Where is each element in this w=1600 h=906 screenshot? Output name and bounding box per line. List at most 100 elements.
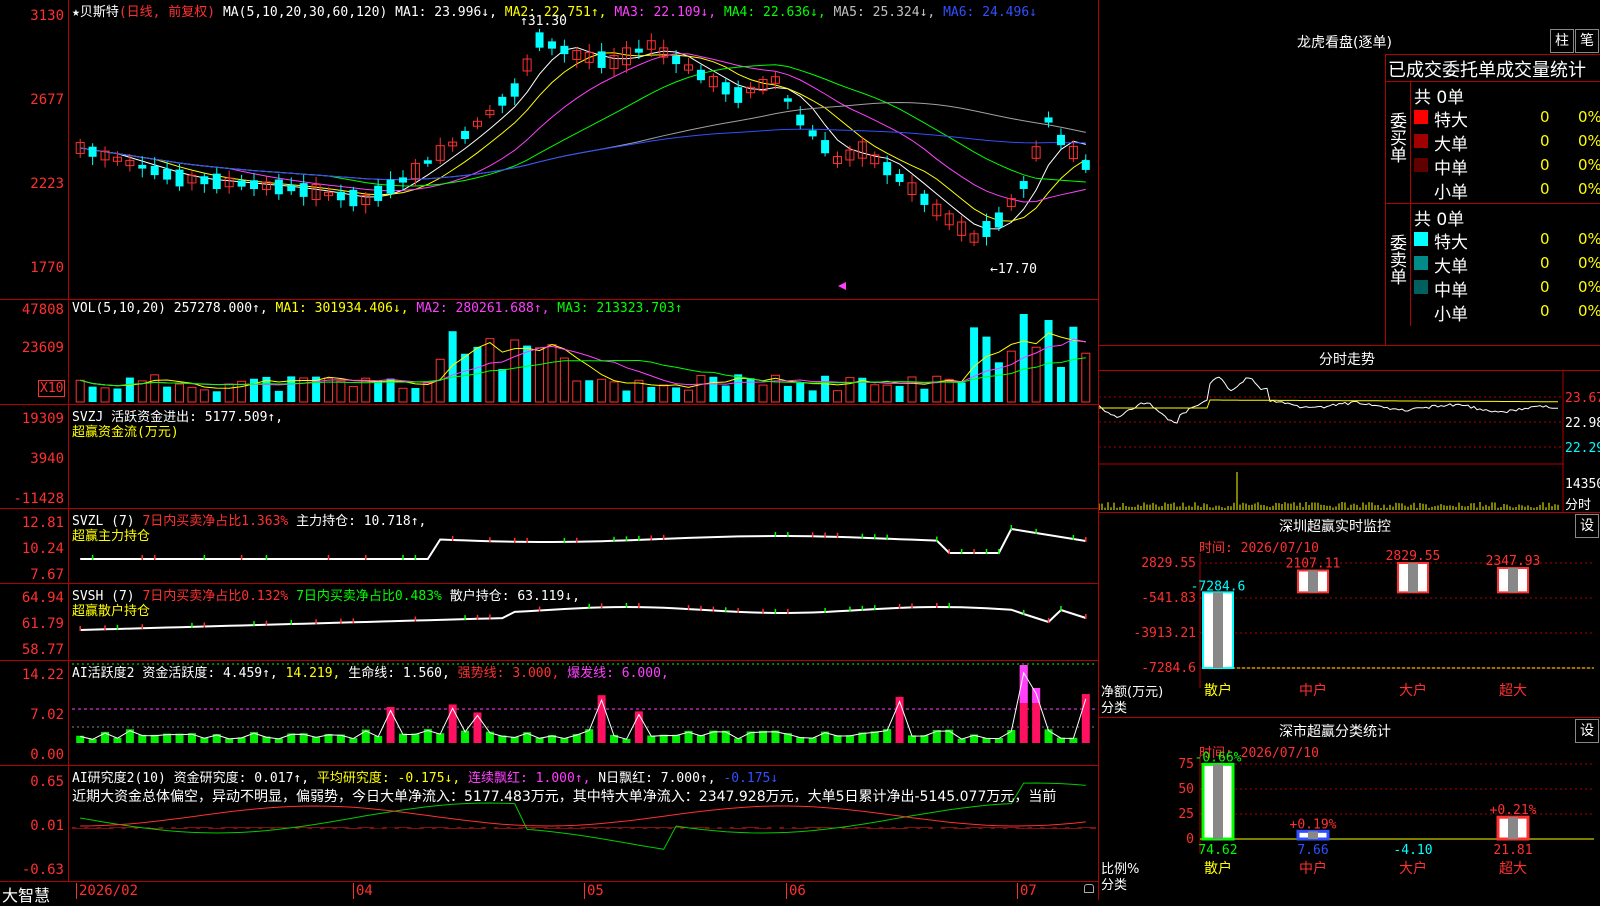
flow-bar-in xyxy=(836,460,839,462)
sz-class-value: -4.10 xyxy=(1393,843,1432,858)
sz-monitor-bar-shade xyxy=(1213,592,1223,668)
research-bar-up xyxy=(448,825,457,828)
bar-mode-button[interactable]: 柱 xyxy=(1550,29,1574,53)
buy-row-m: 中单 0 0% xyxy=(1410,154,1600,179)
lock-icon[interactable] xyxy=(1084,884,1094,893)
candle-down xyxy=(808,130,817,137)
research-bar-up xyxy=(734,825,743,828)
flow-bar-out xyxy=(1084,461,1088,463)
candle-down xyxy=(423,160,432,164)
candle-down xyxy=(796,114,805,126)
candle-down xyxy=(883,162,892,176)
candle-down xyxy=(237,180,246,187)
flow-bar-out xyxy=(662,461,666,485)
sz-monitor-bar-shade xyxy=(1508,567,1518,593)
candle-down xyxy=(200,176,209,185)
flow-bar-in xyxy=(451,435,455,461)
flow-bar-out xyxy=(811,461,815,463)
research-bar-up xyxy=(150,826,159,828)
research-bar-up xyxy=(870,826,879,828)
ai-research-panel[interactable]: 0.65 0.01 -0.63 AI研究度2(10) 资金研究度: 0.017↑… xyxy=(0,766,1098,882)
price-panel[interactable]: 3130 2677 2223 1770 ★贝斯特(日线, 前复权) MA(5,1… xyxy=(0,0,1098,300)
candle-down xyxy=(374,185,383,201)
svsh-text1: 7日内买卖净占比0.132% xyxy=(142,589,289,604)
volume-panel[interactable]: 47808 23609 X10 VOL(5,10,20) 257278.000↑… xyxy=(0,300,1098,405)
svzj-panel[interactable]: 19309 3940 -11428 SVZJ 活跃资金进出: 5177.509↑… xyxy=(0,405,1098,509)
flow-bar-in xyxy=(773,459,777,461)
stock-name[interactable]: ★贝斯特 xyxy=(72,5,119,20)
research-bar-up xyxy=(709,827,718,829)
sz-class-xlabel: 分类 xyxy=(1101,878,1128,893)
ma-line-6 xyxy=(80,128,1086,181)
flow-bar-in xyxy=(736,458,740,461)
flow-bar-in xyxy=(910,460,914,462)
flow-bar-out xyxy=(749,461,753,464)
flow-bar-out xyxy=(264,461,268,465)
volume-bar-down xyxy=(821,375,830,402)
ai1-t2: 14.219, xyxy=(285,666,341,681)
ma1-value: MA1: 23.996↓, xyxy=(395,5,497,20)
flow-bar-out xyxy=(153,461,157,462)
sz-class-change: +0.21% xyxy=(1490,803,1537,818)
sell-m-swatch xyxy=(1414,280,1428,294)
volume-bar-up xyxy=(572,380,582,403)
sz-class-bar-shade xyxy=(1213,764,1223,839)
ai2-commentary: 近期大资金总体偏空，异动不明显，偏弱势，今日大单净流入：5177.483万元，其… xyxy=(72,789,1057,805)
svsh-text2: 7日内买卖净占比0.483% xyxy=(296,589,442,604)
flow-bar-out xyxy=(687,461,691,463)
buy-side-label: 委买单 xyxy=(1386,112,1406,163)
svsh-panel[interactable]: 64.94 61.79 58.77 SVSH (7) 7日内买卖净占比0.132… xyxy=(0,584,1098,661)
ai2-t2: 平均研究度: -0.175↓, xyxy=(316,771,461,786)
activity-bar xyxy=(721,730,730,743)
intraday-avg-line xyxy=(1099,399,1558,409)
volume-bar-down xyxy=(88,386,97,402)
flow-bar-in xyxy=(922,457,926,461)
flow-bar-out xyxy=(724,461,728,464)
candle-down xyxy=(461,131,470,139)
sz-monitor-value: 2107.11 xyxy=(1286,557,1341,572)
research-bar-up xyxy=(101,825,110,828)
ai-activity-panel[interactable]: 14.22 7.02 0.00 AI活跃度2 资金活跃度: 4.459↑, 14… xyxy=(0,661,1098,766)
high-marker: ↑31.30 xyxy=(520,14,567,29)
svzl-panel[interactable]: 12.81 10.24 7.67 SVZL (7) 7日内买卖净占比1.363%… xyxy=(0,509,1098,584)
activity-bar xyxy=(448,704,457,743)
candle-down xyxy=(175,169,184,187)
intraday-tick: 23.67 xyxy=(1565,391,1600,406)
research-bar-down xyxy=(1081,828,1090,831)
pen-mode-button[interactable]: 笔 xyxy=(1575,29,1599,53)
research-bar-down xyxy=(125,828,134,830)
candle-down xyxy=(250,180,259,190)
flow-bar-out xyxy=(302,461,306,463)
stats-tab-text[interactable]: 已成交委托单成交量统计 xyxy=(1388,56,1586,82)
activity-bar xyxy=(1044,729,1053,743)
research-red-line xyxy=(80,805,1086,827)
vol-ma2: MA2: 280261.688↑, xyxy=(416,301,550,316)
flow-bar-in xyxy=(947,458,951,461)
intraday-panel[interactable]: 分时走势 23.67 22.98 22.29 14350 分时 xyxy=(1099,346,1600,513)
flow-bar-out xyxy=(575,461,579,466)
flow-bar-out xyxy=(637,461,641,485)
volume-bar-down xyxy=(808,390,817,402)
volume-bar-down xyxy=(125,377,134,402)
candlestick-chart[interactable] xyxy=(0,0,1098,299)
flow-bar-in xyxy=(538,460,542,462)
sz-monitor-panel[interactable]: 深圳超赢实时监控 设 时间: 2026/07/10 2829.55 -541.83… xyxy=(1099,513,1600,717)
buy-xl-swatch xyxy=(1414,110,1428,124)
sz-monitor-value: -7284.6 xyxy=(1191,579,1246,594)
sz-monitor-category: 大户 xyxy=(1399,682,1427,699)
flow-bar-out xyxy=(711,461,715,462)
intraday-chart[interactable] xyxy=(1099,346,1600,512)
flow-bar-in xyxy=(786,458,790,461)
ai1-t3: 生命线: 1.560, xyxy=(348,666,450,681)
brand-logo: 大智慧 xyxy=(2,886,51,905)
sz-class-panel[interactable]: 深市超赢分类统计 设 时间: 2026/07/10 75 50 25 0 -0.66% 7… xyxy=(1099,718,1600,900)
sz-monitor-chart[interactable]: 2829.55 -541.83 -3913.21 -7284.6 -7284.6 散户 21… xyxy=(1099,513,1600,717)
period-label[interactable]: (日线, 前复权) xyxy=(119,5,215,20)
research-bar-up xyxy=(485,827,494,829)
candle-down xyxy=(1044,117,1053,123)
sz-class-chart[interactable]: 75 50 25 0 -0.66% 74.62 散户 +0.19% 7.66 中户 -4.10 大户 +… xyxy=(1099,718,1600,900)
research-bar-up xyxy=(721,827,730,829)
candle-down xyxy=(88,146,97,157)
svzj-sub: 超赢资金流(万元) xyxy=(72,425,179,440)
sz-class-change: -0.66% xyxy=(1195,750,1242,765)
